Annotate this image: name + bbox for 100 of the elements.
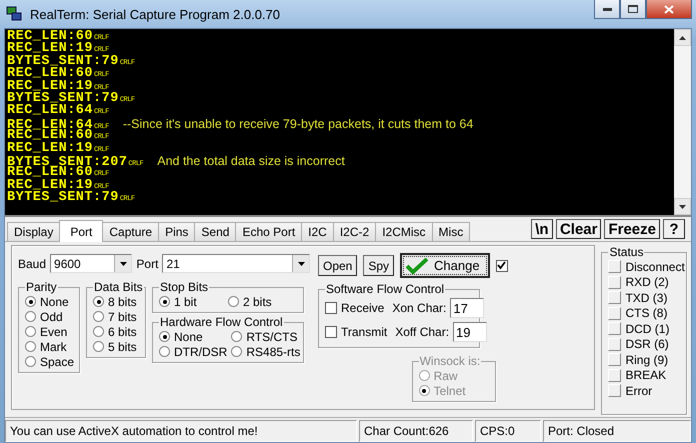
baud-dropdown[interactable]: 9600	[50, 254, 132, 273]
hardware-flow-group: Hardware Flow Control None RTS/CTS DTR/DSR RS485-rts	[152, 315, 304, 363]
option-label: Telnet	[434, 384, 466, 398]
toolbar-button[interactable]: Clear	[556, 219, 602, 239]
toolbar-button[interactable]: Freeze	[604, 219, 660, 239]
tab[interactable]: Display	[7, 222, 60, 241]
status-label: DSR (6)	[625, 337, 669, 352]
option-label: Odd	[40, 310, 63, 324]
radio-button[interactable]	[231, 331, 242, 342]
annotation-text: And the total data size is incorrect	[157, 154, 345, 168]
radio-button[interactable]	[25, 326, 36, 337]
minimize-button[interactable]	[594, 0, 620, 19]
tab[interactable]: Misc	[432, 222, 470, 241]
data-bits-group: Data Bits 8 bits 7 bits 6 bits 5 bits	[86, 280, 146, 358]
option-label: 1 bit	[174, 294, 197, 308]
char-field[interactable]: 17	[450, 298, 484, 318]
option-label: Mark	[40, 340, 67, 354]
radio-button[interactable]	[93, 311, 104, 322]
stop-bits-group: Stop Bits 1 bit 2 bits	[152, 280, 304, 313]
radio-button[interactable]	[159, 346, 170, 357]
tab[interactable]: I2C-2	[332, 222, 376, 241]
tab[interactable]: Capture	[102, 222, 160, 241]
radio-button[interactable]	[25, 296, 36, 307]
option-label: 8 bits	[108, 294, 137, 308]
status-group: Status Disconnect RXD (2) TXD (3) CTS (8) DCD (1) DSR (6) Ring (9) BREAK Error	[601, 245, 687, 415]
option-label: 5 bits	[108, 340, 137, 354]
dropdown-arrow-icon	[298, 262, 304, 266]
radio-button[interactable]	[25, 341, 36, 352]
cps-reading: CPS:0	[475, 420, 541, 442]
port-button[interactable]: Spy	[363, 255, 394, 276]
terminal-line: REC_LEN:19	[7, 43, 94, 56]
terminal-line: REC_LEN:19	[7, 180, 94, 192]
radio-button[interactable]	[25, 356, 36, 367]
terminal-line: BYTES_SENT:79	[7, 56, 119, 68]
option-label: 2 bits	[243, 294, 272, 308]
option-label: Even	[40, 324, 68, 338]
tab[interactable]: Send	[194, 222, 236, 241]
radio-button[interactable]	[159, 296, 170, 307]
terminal-line: REC_LEN:60	[7, 31, 94, 44]
port-dropdown[interactable]: 21	[162, 254, 310, 273]
status-label: CTS (8)	[625, 306, 668, 320]
terminal-line: BYTES_SENT:79	[7, 192, 119, 204]
app-icon	[6, 6, 22, 22]
radio-button[interactable]	[93, 296, 104, 307]
toolbar-button[interactable]: ?	[663, 219, 685, 239]
status-label: TXD (3)	[625, 290, 668, 305]
scroll-up-button[interactable]	[674, 29, 691, 46]
radio-button[interactable]	[93, 341, 104, 352]
tab[interactable]: Pins	[158, 222, 196, 241]
port-button[interactable]: Open	[318, 255, 358, 276]
maximize-icon	[628, 5, 638, 13]
char-label: Xon Char:	[392, 301, 446, 315]
option-label: None	[40, 294, 69, 308]
terminal-line: REC_LEN:19	[7, 80, 94, 93]
baud-label: Baud	[18, 256, 46, 270]
tab[interactable]: I2C	[301, 222, 334, 241]
toolbar-button[interactable]: \n	[530, 219, 553, 239]
radio-button[interactable]	[228, 296, 239, 307]
tab[interactable]: Port	[59, 220, 104, 242]
status-label: BREAK	[625, 368, 666, 382]
option-label: RS485-rts	[246, 344, 300, 358]
window-title: RealTerm: Serial Capture Program 2.0.0.70	[30, 6, 282, 22]
terminal-line: REC_LEN:60	[7, 68, 94, 81]
option-label: 7 bits	[108, 310, 137, 324]
char-field[interactable]: 19	[453, 322, 488, 342]
checkbox-label: Receive	[341, 301, 384, 315]
checkbox[interactable]	[325, 302, 337, 314]
checkbox[interactable]	[325, 326, 337, 338]
status-label: RXD (2)	[625, 275, 669, 290]
maximize-button[interactable]	[620, 0, 646, 19]
checkbox[interactable]	[496, 260, 508, 272]
radio-button[interactable]	[25, 311, 36, 322]
status-label: Error	[625, 384, 652, 398]
radio-button[interactable]	[93, 326, 104, 337]
option-label: Raw	[434, 368, 458, 382]
radio-button[interactable]	[231, 346, 242, 357]
scroll-down-button[interactable]	[674, 198, 691, 215]
minimize-icon	[602, 8, 612, 10]
tab[interactable]: I2CMisc	[375, 222, 433, 241]
terminal-line: REC_LEN:19	[7, 142, 94, 155]
dropdown-arrow-icon	[120, 262, 127, 266]
option-label: 6 bits	[108, 324, 137, 338]
winsock-group: Winsock is: Raw Telnet	[412, 354, 496, 402]
terminal-line: BYTES_SENT:79	[7, 92, 119, 106]
radio-button[interactable]	[159, 331, 170, 342]
port-label: Port	[136, 256, 158, 270]
tab[interactable]: Echo Port	[235, 222, 302, 241]
close-icon	[664, 4, 674, 14]
option-label: DTR/DSR	[174, 344, 228, 358]
check-icon	[406, 258, 428, 274]
status-label: DCD (1)	[625, 322, 670, 336]
status-label: Ring (9)	[625, 352, 668, 367]
annotation-text: --Since it's unable to receive 79-byte packets, it cuts them to 64	[122, 118, 474, 130]
parity-group: Parity None Odd Even Mark Space	[18, 280, 80, 373]
char-label: Xoff Char:	[395, 325, 450, 339]
option-label: Space	[40, 354, 74, 368]
close-button[interactable]	[646, 0, 692, 19]
change-button[interactable]: Change	[400, 253, 490, 278]
down-arrow-icon	[679, 204, 686, 208]
option-label: RTS/CTS	[246, 330, 298, 344]
